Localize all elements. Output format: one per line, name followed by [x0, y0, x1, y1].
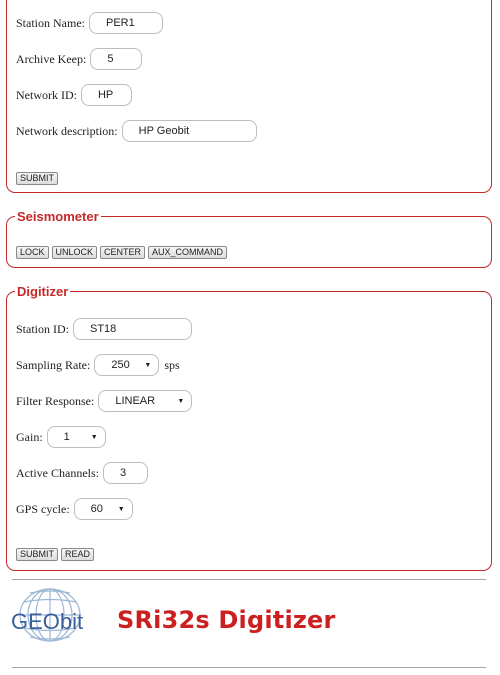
geobit-logo: GEObit [10, 585, 90, 657]
filter-response-value: LINEAR [115, 395, 156, 407]
logo-text: GEObit [11, 609, 83, 634]
gps-cycle-value: 60 [90, 503, 103, 515]
gps-cycle-label: GPS cycle: [16, 501, 70, 516]
digitizer-submit-button[interactable]: SUBMIT [16, 548, 59, 561]
footer-divider-top [12, 579, 486, 580]
network-id-row: Network ID: [16, 83, 132, 107]
chevron-down-icon: ▼ [117, 505, 125, 513]
active-channels-row: Active Channels: [16, 461, 148, 485]
lock-button[interactable]: LOCK [16, 246, 49, 259]
station-actions: SUBMIT [16, 172, 61, 185]
sampling-rate-label: Sampling Rate: [16, 357, 91, 372]
digitizer-legend: Digitizer [15, 284, 71, 299]
network-desc-input[interactable] [121, 120, 257, 142]
station-submit-button[interactable]: SUBMIT [16, 172, 59, 185]
station-id-label: Station ID: [16, 321, 69, 336]
digitizer-box: Digitizer Station ID: Sampling Rate: 250… [6, 284, 492, 571]
aux-command-button[interactable]: AUX_COMMAND [148, 246, 228, 259]
seismometer-box: Seismometer LOCK UNLOCK CENTER AUX_COMMA… [6, 209, 492, 268]
filter-response-row: Filter Response: LINEAR ▼ [16, 389, 193, 413]
gps-cycle-row: GPS cycle: 60 ▼ [16, 497, 133, 521]
filter-response-label: Filter Response: [16, 393, 95, 408]
network-desc-row: Network description: [16, 119, 257, 143]
station-name-row: Station Name: [16, 11, 163, 35]
sampling-rate-value: 250 [111, 359, 130, 371]
footer-divider-bottom [12, 667, 486, 668]
gain-select[interactable]: 1 ▼ [46, 426, 106, 448]
active-channels-label: Active Channels: [16, 465, 99, 480]
network-id-label: Network ID: [16, 87, 77, 102]
gain-value: 1 [63, 431, 70, 443]
station-settings-box: Station Name: Archive Keep: Network ID: … [6, 0, 492, 193]
station-name-input[interactable] [89, 12, 163, 34]
gain-row: Gain: 1 ▼ [16, 425, 106, 449]
archive-keep-input[interactable] [90, 48, 143, 70]
center-button[interactable]: CENTER [100, 246, 146, 259]
digitizer-actions: SUBMIT READ [16, 548, 97, 561]
chevron-down-icon: ▼ [144, 361, 152, 369]
chevron-down-icon: ▼ [90, 433, 98, 441]
unlock-button[interactable]: UNLOCK [51, 246, 98, 259]
seismometer-actions: LOCK UNLOCK CENTER AUX_COMMAND [16, 246, 230, 259]
sampling-unit-label: sps [164, 357, 180, 372]
gain-label: Gain: [16, 429, 43, 444]
station-id-input[interactable] [73, 318, 192, 340]
station-name-label: Station Name: [16, 15, 85, 30]
gps-cycle-select[interactable]: 60 ▼ [73, 498, 133, 520]
archive-keep-row: Archive Keep: [16, 47, 143, 71]
seismometer-legend: Seismometer [15, 209, 101, 224]
filter-response-select[interactable]: LINEAR ▼ [98, 390, 193, 412]
station-id-row: Station ID: [16, 317, 192, 341]
chevron-down-icon: ▼ [177, 397, 185, 405]
active-channels-input[interactable] [102, 462, 148, 484]
sampling-rate-row: Sampling Rate: 250 ▼ sps [16, 353, 180, 377]
archive-keep-label: Archive Keep: [16, 51, 87, 66]
read-button[interactable]: READ [61, 548, 95, 561]
globe-logo-icon: GEObit [11, 588, 83, 642]
network-id-input[interactable] [80, 84, 132, 106]
product-title: SRi32s Digitizer [117, 606, 336, 634]
network-desc-label: Network description: [16, 123, 118, 138]
sampling-rate-select[interactable]: 250 ▼ [94, 354, 160, 376]
